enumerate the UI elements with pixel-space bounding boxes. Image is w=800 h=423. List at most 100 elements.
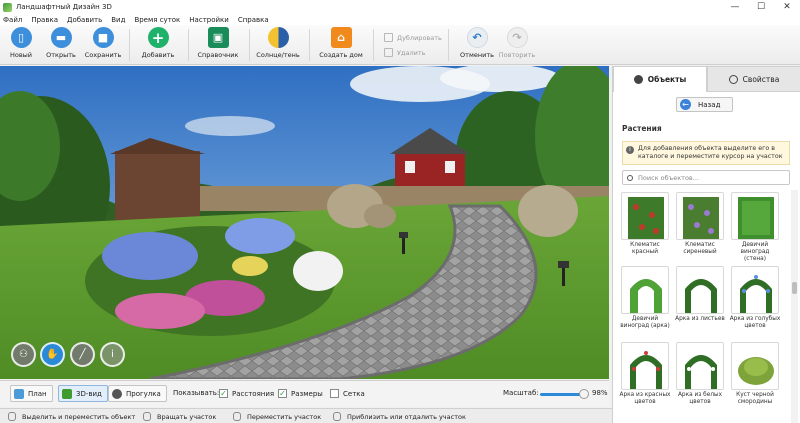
search-input[interactable]: Поиск объектов... xyxy=(622,170,790,185)
info-button[interactable]: ⅰ xyxy=(100,342,125,367)
3d-view-button[interactable]: 3D-вид xyxy=(58,385,108,402)
hint-rotate: Вращать участок xyxy=(143,412,216,421)
distances-checkbox[interactable]: ✓ Расстояния xyxy=(219,389,274,398)
redo-button[interactable]: ↷ Повторить xyxy=(494,27,540,59)
hint-select-move: Выделить и переместить объект xyxy=(8,412,135,421)
open-button[interactable]: ▬ Открыть xyxy=(38,27,84,59)
check-icon: ✓ xyxy=(278,389,287,398)
zoom-value: 98% xyxy=(592,389,608,397)
toolbar-separator xyxy=(448,29,449,61)
catalog-item[interactable]: Девичий виноград (арка) xyxy=(619,266,671,330)
catalog-scrollbar[interactable] xyxy=(791,190,798,423)
hint-pan: Переместить участок xyxy=(233,412,321,421)
catalog-item[interactable]: Арка из листьев xyxy=(674,266,726,323)
info-icon: i xyxy=(626,146,634,154)
toolbar-separator xyxy=(309,29,310,61)
toolbar: ▯ Новый ▬ Открыть ■ Сохранить + Добавить… xyxy=(0,25,800,65)
zoom-label: Масштаб: xyxy=(503,389,539,397)
3d-viewport[interactable]: ⚇ ✋ ╱ ⅰ xyxy=(0,66,609,379)
catalog-item[interactable]: Арка из белых цветов xyxy=(674,342,726,406)
catalog-grid: Клематис красный Клематис сиреневый Деви… xyxy=(619,192,785,423)
maximize-button[interactable]: ☐ xyxy=(748,0,774,14)
redo-arrow-icon: ↷ xyxy=(506,27,528,48)
clematis-red-icon xyxy=(621,192,669,240)
search-icon xyxy=(627,174,633,181)
check-icon: ✓ xyxy=(219,389,228,398)
walker-icon xyxy=(112,388,122,399)
pan-hand-button[interactable]: ✋ xyxy=(40,342,65,367)
floppy-icon: ■ xyxy=(92,27,114,48)
mouse-wheel-icon xyxy=(333,412,341,421)
create-house-button[interactable]: ⌂ Создать дом xyxy=(318,27,364,59)
catalog-item[interactable]: Арка из красных цветов xyxy=(619,342,671,406)
catalog-item[interactable]: Куст черной смородины xyxy=(729,342,781,406)
gear-icon xyxy=(728,74,738,84)
sun-shade-button[interactable]: Солнце/тень xyxy=(255,27,301,59)
plan-view-button[interactable]: План xyxy=(10,385,53,402)
toolbar-separator xyxy=(129,29,130,61)
duplicate-button[interactable]: Дублировать xyxy=(384,33,442,42)
mouse-right-icon xyxy=(143,412,151,421)
mouse-left-icon xyxy=(8,412,16,421)
hint-box: i Для добавления объекта выделите его в … xyxy=(622,141,790,165)
app-logo-icon xyxy=(3,2,12,12)
toolbar-separator xyxy=(249,29,250,61)
close-button[interactable]: ✕ xyxy=(774,0,800,14)
garden-3d-scene[interactable] xyxy=(0,66,609,379)
arrow-left-icon: ← xyxy=(680,99,691,110)
catalog-item[interactable]: Клематис красный xyxy=(619,192,671,256)
tab-properties[interactable]: Свойства xyxy=(707,66,800,92)
objects-tab-icon xyxy=(633,75,643,84)
circles-icon: ⚇ xyxy=(19,349,28,360)
book-icon: ▣ xyxy=(207,27,229,48)
menu-edit[interactable]: Правка xyxy=(31,16,58,24)
leaf-arch-icon xyxy=(676,266,724,314)
grape-wall-icon xyxy=(731,192,779,240)
hint-zoom: Приблизить или отдалить участок xyxy=(333,412,466,421)
toolbar-separator xyxy=(188,29,189,61)
grape-arch-icon xyxy=(621,266,669,314)
white-flower-arch-icon xyxy=(676,342,724,390)
add-button[interactable]: + Добавить xyxy=(135,27,181,59)
app-window: Ландшафтный Дизайн 3D — ☐ ✕ Файл Правка … xyxy=(0,0,800,423)
menu-time-of-day[interactable]: Время суток xyxy=(134,16,180,24)
new-file-icon: ▯ xyxy=(10,27,32,48)
menu-file[interactable]: Файл xyxy=(3,16,22,24)
save-button[interactable]: ■ Сохранить xyxy=(80,27,126,59)
mouse-middle-icon xyxy=(233,412,241,421)
back-button[interactable]: ← Назад xyxy=(676,97,733,112)
catalog-button[interactable]: ▣ Справочник xyxy=(195,27,241,59)
hand-icon: ✋ xyxy=(46,349,59,360)
group-objects-button[interactable]: ⚇ xyxy=(11,342,36,367)
scrollbar-thumb[interactable] xyxy=(792,282,797,294)
blue-flower-arch-icon xyxy=(731,266,779,314)
menu-settings[interactable]: Настройки xyxy=(189,16,229,24)
sun-shade-icon xyxy=(267,27,289,48)
category-title: Растения xyxy=(622,124,662,133)
undo-arrow-icon: ↶ xyxy=(466,27,488,48)
walk-view-button[interactable]: Прогулка xyxy=(108,385,167,402)
catalog-item[interactable]: Клематис сиреневый xyxy=(674,192,726,256)
menu-add[interactable]: Добавить xyxy=(67,16,102,24)
3d-view-icon xyxy=(62,388,72,399)
object-panel: Объекты Свойства ← Назад Растения i Для … xyxy=(612,66,800,423)
grid-checkbox[interactable]: Сетка xyxy=(330,389,365,398)
tab-objects[interactable]: Объекты xyxy=(613,66,707,92)
window-title: Ландшафтный Дизайн 3D xyxy=(16,3,112,11)
menu-help[interactable]: Справка xyxy=(238,16,269,24)
toolbar-separator xyxy=(373,29,374,61)
house-icon: ⌂ xyxy=(330,27,352,48)
menu-bar: Файл Правка Добавить Вид Время суток Нас… xyxy=(0,14,800,25)
info-icon: ⅰ xyxy=(111,349,114,360)
unchecked-box-icon xyxy=(330,389,339,398)
status-bar: Выделить и переместить объект Вращать уч… xyxy=(0,408,612,423)
catalog-item[interactable]: Девичий виноград (стена) xyxy=(729,192,781,263)
menu-view[interactable]: Вид xyxy=(111,16,125,24)
sizes-checkbox[interactable]: ✓ Размеры xyxy=(278,389,323,398)
ruler-button[interactable]: ╱ xyxy=(70,342,95,367)
zoom-slider-handle[interactable] xyxy=(579,389,590,399)
minimize-button[interactable]: — xyxy=(722,0,748,14)
delete-button[interactable]: Удалить xyxy=(384,48,425,57)
show-label: Показывать: xyxy=(173,389,220,397)
catalog-item[interactable]: Арка из голубых цветов xyxy=(729,266,781,330)
